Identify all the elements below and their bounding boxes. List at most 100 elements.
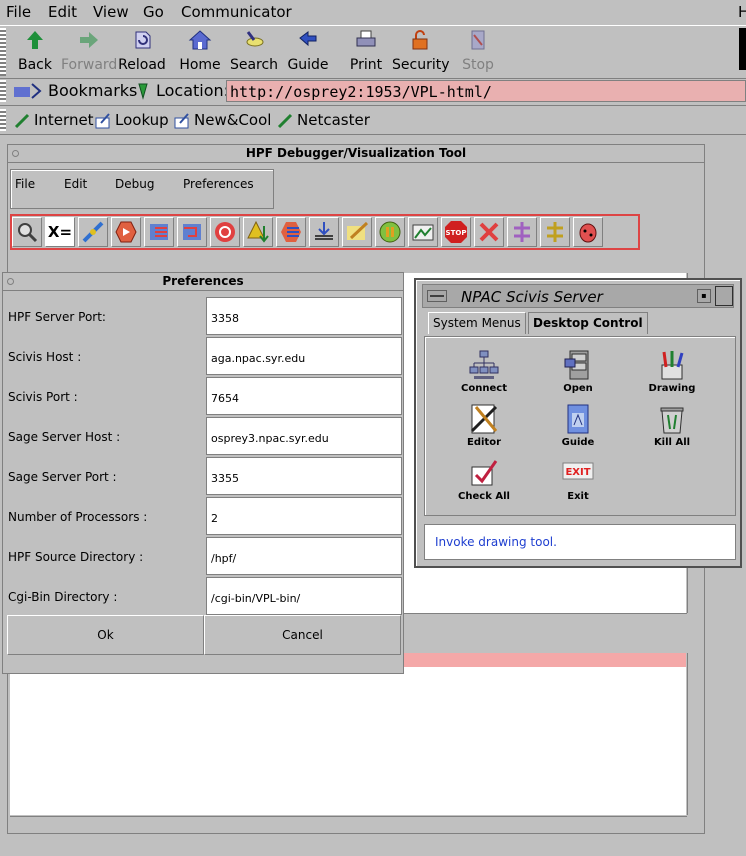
step-into-tool[interactable] <box>276 217 306 247</box>
kill-all-item[interactable]: Kill All <box>637 403 707 448</box>
preferences-titlebar[interactable]: Preferences <box>3 273 403 291</box>
exit-item[interactable]: EXIT Exit <box>543 457 613 502</box>
edit-tool[interactable] <box>342 217 372 247</box>
sage-server-host-field[interactable]: osprey3.npac.syr.edu <box>206 417 402 455</box>
run-tool[interactable] <box>111 217 141 247</box>
hpf-titlebar[interactable]: HPF Debugger/Visualization Tool <box>8 145 704 163</box>
personal-newcool[interactable]: New&Cool <box>194 111 271 129</box>
hpf-source-directory-field[interactable]: /hpf/ <box>206 537 402 575</box>
back-arrow-icon <box>27 31 43 49</box>
hpf-menu-edit[interactable]: Edit <box>64 177 87 191</box>
system-menus-panel: Connect Open Drawing Editor Guide Kill A… <box>424 336 736 516</box>
bug-tool[interactable] <box>573 217 603 247</box>
security-button[interactable]: Security <box>392 28 450 76</box>
hpf-menu-file[interactable]: File <box>15 177 35 191</box>
ok-button[interactable]: Ok <box>7 615 204 655</box>
menu-help[interactable]: H <box>738 3 746 21</box>
window-menu-dot[interactable] <box>12 150 19 157</box>
personal-toolbar: Internet Lookup New&Cool Netcaster <box>0 107 746 135</box>
reload-button[interactable]: Reload <box>114 28 170 76</box>
download-tool[interactable] <box>309 217 339 247</box>
label-cgi-bin-directory: Cgi-Bin Directory : <box>8 590 118 604</box>
forward-label: Forward <box>61 57 118 73</box>
magnifier-tool[interactable] <box>12 217 42 247</box>
location-pin-icon <box>138 83 148 100</box>
stop-label: Stop <box>462 57 494 73</box>
personal-internet[interactable]: Internet <box>34 111 94 129</box>
print-button[interactable]: Print <box>338 28 394 76</box>
menu-go[interactable]: Go <box>143 3 164 21</box>
kill-tool[interactable] <box>474 217 504 247</box>
sage-server-port-field[interactable]: 3355 <box>206 457 402 495</box>
hpf-menu-preferences[interactable]: Preferences <box>183 177 254 191</box>
cancel-button[interactable]: Cancel <box>204 615 401 655</box>
menu-view[interactable]: View <box>93 3 129 21</box>
pencils-icon <box>661 351 684 380</box>
number-of-processors-field[interactable]: 2 <box>206 497 402 535</box>
location-label: Location: <box>156 81 230 100</box>
bookmarks-button[interactable]: Bookmarks <box>48 81 137 100</box>
pause-icon <box>379 221 401 243</box>
preferences-dialog: Preferences HPF Server Port: 3358 Scivis… <box>2 272 404 674</box>
back-button[interactable]: Back <box>7 28 63 76</box>
drawing-item[interactable]: Drawing <box>637 349 707 394</box>
connect-label: Connect <box>461 383 507 394</box>
step-tool[interactable] <box>144 217 174 247</box>
forward-button[interactable]: Forward <box>61 28 117 76</box>
warning-icon <box>247 220 269 243</box>
scivis-host-field[interactable]: aga.npac.syr.edu <box>206 337 402 375</box>
step-icon <box>150 224 168 240</box>
prefs-window-dot[interactable] <box>7 278 14 285</box>
run-icon <box>115 221 137 243</box>
tab-system-menus[interactable]: System Menus <box>428 312 526 334</box>
personal-netcaster[interactable]: Netcaster <box>297 111 370 129</box>
scivis-port-field[interactable]: 7654 <box>206 377 402 415</box>
step-into-icon <box>281 222 301 242</box>
console-vertical-scrollbar[interactable] <box>687 653 702 815</box>
open-item[interactable]: Open <box>543 349 613 394</box>
printer-icon <box>356 30 376 47</box>
output-console[interactable] <box>10 667 686 815</box>
guide-button[interactable]: Guide <box>280 28 336 76</box>
toolbar-grip[interactable] <box>0 28 6 76</box>
scivis-titlebar[interactable]: NPAC Scivis Server ▪ <box>422 284 734 308</box>
trash-can-icon <box>660 407 684 434</box>
console-horizontal-scrollbar[interactable] <box>10 816 687 831</box>
stop-button[interactable]: Stop <box>450 28 506 76</box>
cgi-bin-directory-field[interactable]: /cgi-bin/VPL-bin/ <box>206 577 402 615</box>
tab-desktop-control[interactable]: Desktop Control <box>528 312 648 334</box>
minimize-icon[interactable]: ▪ <box>697 289 711 303</box>
stop-icon <box>471 30 485 50</box>
window-menu-icon[interactable] <box>427 290 447 302</box>
location-url-field[interactable]: http://osprey2:1953/VPL-html/ <box>226 80 746 102</box>
menu-file[interactable]: File <box>6 3 31 21</box>
connect-tool[interactable] <box>78 217 108 247</box>
connect-item[interactable]: Connect <box>449 349 519 394</box>
maximize-icon[interactable] <box>715 286 733 306</box>
source-horizontal-scrollbar[interactable] <box>403 613 687 628</box>
location-grip[interactable] <box>0 80 6 102</box>
stop-tool[interactable]: STOP <box>441 217 471 247</box>
warning-tool[interactable] <box>243 217 273 247</box>
hpf-server-port-field[interactable]: 3358 <box>206 297 402 335</box>
home-button[interactable]: Home <box>172 28 228 76</box>
personal-grip[interactable] <box>0 109 6 131</box>
tree-tool[interactable] <box>540 217 570 247</box>
menu-communicator[interactable]: Communicator <box>181 3 292 21</box>
hpf-menu-debug[interactable]: Debug <box>115 177 154 191</box>
personal-lookup[interactable]: Lookup <box>115 111 169 129</box>
assign-tool[interactable]: X= <box>45 217 75 247</box>
step-over-tool[interactable] <box>177 217 207 247</box>
back-label: Back <box>18 57 52 73</box>
image-tool[interactable] <box>408 217 438 247</box>
search-button[interactable]: Search <box>226 28 282 76</box>
editor-item[interactable]: Editor <box>449 403 519 448</box>
check-all-item[interactable]: Check All <box>449 457 519 502</box>
split-tool[interactable] <box>507 217 537 247</box>
editor-icon <box>470 404 498 434</box>
menu-edit[interactable]: Edit <box>48 3 77 21</box>
restart-tool[interactable] <box>210 217 240 247</box>
guide-item[interactable]: Guide <box>543 403 613 448</box>
download-icon <box>315 222 333 240</box>
pause-tool[interactable] <box>375 217 405 247</box>
